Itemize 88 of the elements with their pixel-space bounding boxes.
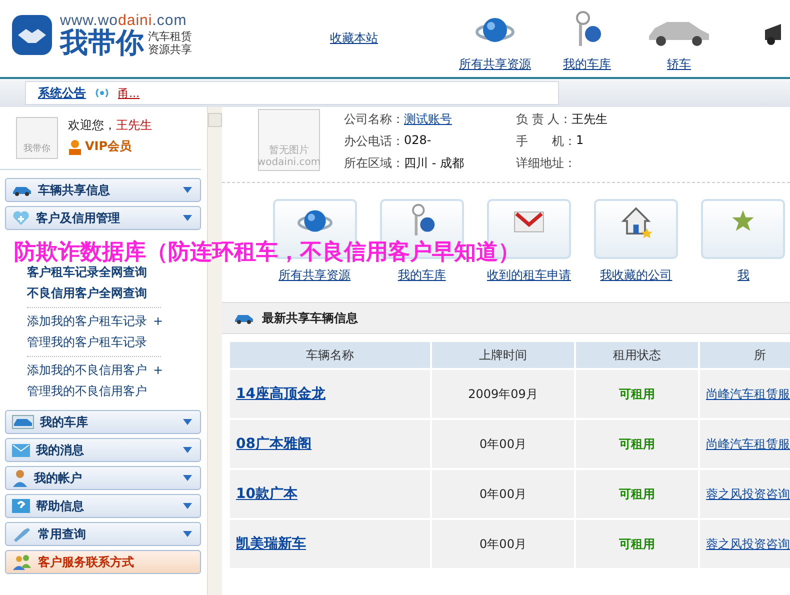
heart-icon: [12, 210, 30, 226]
table-cell: 可租用: [576, 470, 698, 518]
company-link[interactable]: 尚峰汽车租赁服: [706, 436, 790, 452]
vehicle-link[interactable]: 14座高顶金龙: [236, 385, 326, 403]
shortcut-link[interactable]: 收到的租车申请: [487, 267, 571, 284]
menu-link[interactable]: 管理我的不良信用客户: [27, 381, 147, 402]
vehicle-link[interactable]: 08广本雅阁: [236, 435, 312, 453]
car-icon: [12, 415, 34, 429]
menu-link[interactable]: 不良信用客户全网查询: [27, 283, 147, 304]
car-icon: [12, 184, 32, 196]
field-value: 028-: [404, 133, 432, 149]
menu-link[interactable]: 添加我的客户租车记录 +: [27, 311, 164, 332]
caret-icon: [183, 447, 192, 453]
bookmark-link[interactable]: 收藏本站: [330, 30, 378, 47]
menu-header[interactable]: 常用查询: [5, 522, 201, 546]
mail-icon: [12, 444, 30, 456]
handshake-logo-icon: [10, 12, 54, 56]
field-value: 四川 - 成都: [404, 155, 464, 172]
menu-header[interactable]: 客户服务联系方式: [5, 550, 201, 574]
field-label: 公司名称：: [344, 111, 404, 128]
menu-header[interactable]: 车辆共享信息: [5, 178, 201, 202]
menu-link[interactable]: 客户租车记录全网查询: [27, 262, 147, 283]
site-url: www.wodaini.com: [60, 12, 188, 29]
shortcut-tile[interactable]: [594, 199, 678, 259]
table-cell: 0年00月: [432, 520, 574, 568]
company-name-link[interactable]: 测试账号: [404, 111, 452, 128]
menu-link[interactable]: 管理我的客户租车记录: [27, 332, 147, 353]
caret-icon: [183, 503, 192, 509]
help-icon: [12, 499, 30, 513]
vip-person-icon: [68, 138, 82, 154]
caret-icon: [183, 531, 192, 537]
field-label: 手 机：: [516, 133, 576, 150]
column-header: 车辆名称: [230, 342, 430, 368]
placeholder-caption: 暂无图片: [269, 144, 309, 157]
column-header: 租用状态: [576, 342, 698, 368]
caret-icon: [183, 475, 192, 481]
shortcut-link[interactable]: 我: [737, 267, 750, 284]
table-cell: 2009年09月: [432, 370, 574, 418]
company-link[interactable]: 蓉之风投资咨询: [706, 486, 790, 502]
nav-link[interactable]: 我的车库: [548, 10, 626, 73]
caret-icon: [183, 215, 192, 221]
shortcut-link[interactable]: 所有共享资源: [278, 267, 351, 284]
field-label: 负 责 人：: [516, 111, 572, 128]
table-cell: 可租用: [576, 370, 698, 418]
field-value: 1: [576, 133, 584, 149]
shortcut-tile[interactable]: [701, 199, 786, 259]
greeting-text: 欢迎您，: [68, 117, 116, 134]
menu-header[interactable]: 帮助信息: [5, 494, 201, 518]
notice-link[interactable]: 甬...: [118, 86, 140, 100]
brand-tagline: 资源共享: [148, 43, 192, 56]
vehicle-link[interactable]: 凯美瑞新车: [236, 535, 306, 553]
caret-icon: [183, 187, 192, 193]
signal-icon: [94, 88, 110, 98]
column-header: 上牌时间: [432, 342, 574, 368]
menu-link[interactable]: 添加我的不良信用客户 +: [27, 360, 164, 381]
table-cell: 可租用: [576, 520, 698, 568]
shortcut-link[interactable]: 我的车库: [398, 267, 446, 284]
notice-title-link[interactable]: 系统公告: [38, 84, 86, 102]
people-icon: [12, 554, 32, 570]
column-header: 所: [700, 342, 790, 368]
table-cell: 0年00月: [432, 470, 574, 518]
field-label: 所在区域：: [344, 155, 404, 172]
menu-header[interactable]: 我的帐户: [5, 466, 201, 490]
company-link[interactable]: 蓉之风投资咨询: [706, 536, 790, 552]
section-title: 最新共享车辆信息: [262, 310, 358, 326]
avatar-logo-text: 我带你: [24, 142, 50, 155]
field-label: 办公电话：: [344, 133, 404, 150]
car-icon: [234, 312, 254, 324]
user-name: 王先生: [116, 117, 152, 134]
company-link[interactable]: 尚峰汽车租赁服: [706, 386, 790, 402]
placeholder-caption: wodaini.com: [257, 157, 321, 168]
vehicle-link[interactable]: 10款广本: [236, 485, 298, 503]
nav-link[interactable]: 所有共享资源: [456, 10, 534, 73]
table-cell: 可租用: [576, 420, 698, 468]
brand-name: 我带你: [60, 29, 144, 57]
menu-header[interactable]: 我的车库: [5, 410, 201, 434]
menu-header[interactable]: 我的消息: [5, 438, 201, 462]
member-level: VIP会员: [85, 138, 132, 155]
shortcut-link[interactable]: 我收藏的公司: [600, 267, 672, 284]
brand-tagline: 汽车租赁: [148, 30, 192, 43]
table-cell: 0年00月: [432, 420, 574, 468]
field-value: 王先生: [572, 111, 608, 128]
field-label: 详细地址：: [516, 155, 576, 172]
nav-link[interactable]: 轿车: [640, 10, 718, 73]
caret-icon: [183, 419, 192, 425]
person-icon: [12, 469, 28, 487]
overlay-caption: 防欺诈数据库（防连环租车，不良信用客户早知道）: [14, 241, 520, 265]
menu-header[interactable]: 客户及信用管理: [5, 206, 201, 230]
